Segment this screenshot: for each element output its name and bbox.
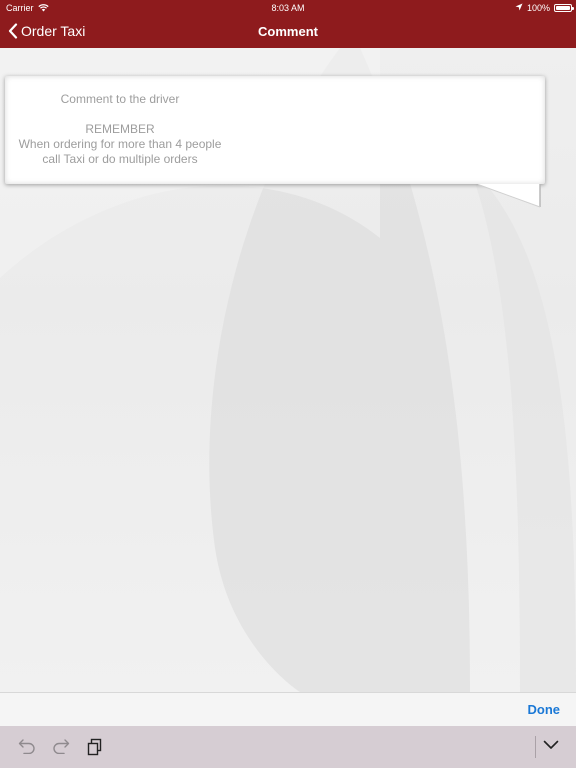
- comment-placeholder: Comment to the driver REMEMBER When orde…: [5, 92, 235, 167]
- redo-icon[interactable]: [52, 738, 70, 754]
- placeholder-line: call Taxi or do multiple orders: [42, 152, 198, 166]
- placeholder-line: REMEMBER: [85, 122, 155, 136]
- paste-icon[interactable]: [87, 738, 103, 756]
- status-time: 8:03 AM: [271, 3, 305, 13]
- bubble-tail: [478, 184, 541, 208]
- comment-screen: Comment to the driver REMEMBER When orde…: [0, 48, 576, 692]
- placeholder-line: [5, 107, 235, 122]
- undo-icon[interactable]: [18, 738, 36, 754]
- app-header: Carrier 8:03 AM 100% Order Taxi Comment: [0, 0, 576, 48]
- keyboard-accessory-bar: Done: [0, 692, 576, 726]
- placeholder-line: Comment to the driver: [60, 92, 180, 106]
- location-arrow-icon: [515, 3, 523, 13]
- chevron-down-icon[interactable]: [543, 740, 559, 750]
- page-title: Comment: [258, 24, 318, 39]
- status-right: 100%: [515, 3, 574, 13]
- battery-fill: [556, 6, 570, 10]
- battery-icon: [554, 4, 574, 12]
- comment-text-area[interactable]: Comment to the driver REMEMBER When orde…: [5, 76, 545, 184]
- battery-percent: 100%: [526, 3, 550, 13]
- keyboard-shortcut-bar: [0, 726, 576, 768]
- toolbar-divider: [535, 736, 536, 758]
- done-button[interactable]: Done: [528, 702, 561, 717]
- status-bar: Carrier 8:03 AM 100%: [0, 0, 576, 16]
- placeholder-line: When ordering for more than 4 people: [18, 137, 222, 151]
- navigation-bar: Order Taxi Comment: [0, 16, 576, 48]
